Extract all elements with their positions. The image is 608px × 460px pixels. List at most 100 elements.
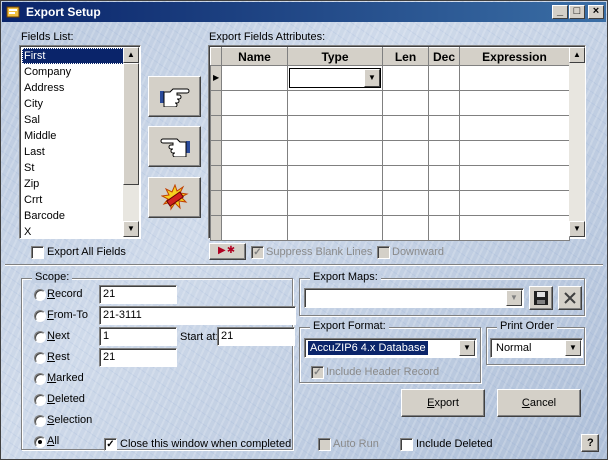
grid-cell[interactable]: ▼ [287,65,383,91]
remove-field-button[interactable] [148,126,201,167]
export-all-fields-checkbox[interactable] [31,246,44,259]
scroll-down-icon[interactable]: ▼ [123,221,139,237]
row-header[interactable] [210,140,222,166]
grid-cell[interactable] [428,165,460,191]
row-header[interactable] [210,190,222,216]
scroll-thumb[interactable] [123,63,139,185]
table-row[interactable]: ▶ ▼ [210,65,570,91]
grid-cell[interactable] [382,90,429,116]
col-dec-header[interactable]: Dec [428,47,460,66]
grid-cell[interactable] [459,165,570,191]
cancel-button[interactable]: Cancel [497,389,581,417]
save-map-button[interactable] [529,286,553,310]
table-row[interactable] [210,190,570,216]
grid-cell[interactable] [287,90,383,116]
include-deleted-checkbox[interactable] [400,438,413,451]
row-header[interactable] [210,90,222,116]
row-header[interactable] [210,165,222,191]
grid-cell[interactable] [459,65,570,91]
table-row[interactable] [210,115,570,141]
scope-radio-next[interactable] [34,331,46,343]
scope-radio-all[interactable] [34,436,46,448]
next-input[interactable]: 1 [99,327,177,346]
list-item[interactable]: First [22,48,124,64]
table-row[interactable] [210,140,570,166]
grid-cell[interactable] [428,90,460,116]
grid-cell[interactable] [382,140,429,166]
clear-fields-button[interactable] [148,177,201,218]
print-order-combo[interactable]: Normal ▼ [490,338,583,358]
grid-cell[interactable] [221,190,288,216]
chevron-down-icon[interactable]: ▼ [565,340,581,356]
help-button[interactable]: ? [581,434,599,452]
list-item[interactable]: X [22,224,124,240]
close-window-checkbox[interactable]: ✓ [104,438,117,451]
attributes-grid[interactable]: Name Type Len Dec Expression ▶ ▼ ▲ ▼ [208,45,586,241]
suppress-blank-lines-checkbox[interactable]: ✓ [251,246,264,259]
grid-cell[interactable] [428,190,460,216]
table-row[interactable] [210,90,570,116]
fields-list-scrollbar[interactable]: ▲ ▼ [123,47,139,237]
scope-radio-rest[interactable] [34,352,46,364]
grid-cell[interactable] [221,90,288,116]
grid-cell[interactable] [287,115,383,141]
maximize-button[interactable]: □ [569,5,585,19]
col-name-header[interactable]: Name [221,47,288,66]
rest-input[interactable]: 21 [99,348,177,367]
chevron-down-icon[interactable]: ▼ [506,290,522,306]
chevron-down-icon[interactable]: ▼ [364,69,380,87]
list-item[interactable]: Address [22,80,124,96]
grid-cell[interactable] [287,190,383,216]
grid-cell[interactable] [459,215,570,241]
grid-cell[interactable] [459,190,570,216]
list-item[interactable]: Middle [22,128,124,144]
downward-checkbox[interactable] [377,246,390,259]
grid-cell[interactable] [459,115,570,141]
title-bar[interactable]: Export Setup _ □ × [2,2,606,22]
table-row[interactable] [210,165,570,191]
grid-cell[interactable] [287,215,383,241]
export-button[interactable]: Export [401,389,485,417]
scope-radio-deleted[interactable] [34,394,46,406]
start-at-input[interactable]: 21 [217,327,295,346]
fields-listbox[interactable]: First Company Address City Sal Middle Last St Zi… [19,45,141,239]
export-maps-combo[interactable]: ▼ [304,288,524,308]
grid-cell[interactable] [459,140,570,166]
list-item[interactable]: Crrt [22,192,124,208]
delete-map-button[interactable] [558,286,582,310]
col-expression-header[interactable]: Expression [459,47,570,66]
row-header[interactable]: ▶ [210,65,222,91]
insert-row-button[interactable]: ▶✱ [209,243,246,260]
table-row[interactable] [210,215,570,241]
type-cell-combo[interactable]: ▼ [289,68,381,88]
add-field-button[interactable] [148,76,201,117]
record-input[interactable]: 21 [99,285,177,304]
grid-cell[interactable] [428,65,460,91]
list-item[interactable]: Last [22,144,124,160]
include-header-checkbox[interactable]: ✓ [311,366,324,379]
scroll-up-icon[interactable]: ▲ [123,47,139,63]
list-item[interactable]: City [22,96,124,112]
list-item[interactable]: Company [22,64,124,80]
scope-radio-marked[interactable] [34,373,46,385]
list-item[interactable]: Sal [22,112,124,128]
grid-cell[interactable] [382,190,429,216]
grid-cell[interactable] [221,65,288,91]
grid-cell[interactable] [428,115,460,141]
auto-run-checkbox[interactable] [318,438,331,451]
row-header[interactable] [210,215,222,241]
grid-cell[interactable] [382,215,429,241]
grid-cell[interactable] [382,165,429,191]
grid-cell[interactable] [428,140,460,166]
col-len-header[interactable]: Len [382,47,429,66]
grid-cell[interactable] [382,115,429,141]
from-to-input[interactable]: 21-3111 [99,306,296,325]
scroll-down-icon[interactable]: ▼ [569,221,585,237]
scroll-up-icon[interactable]: ▲ [569,47,585,63]
close-button[interactable]: × [588,5,604,19]
grid-cell[interactable] [221,215,288,241]
chevron-down-icon[interactable]: ▼ [459,340,475,356]
grid-cell[interactable] [221,140,288,166]
grid-cell[interactable] [221,165,288,191]
grid-cell[interactable] [459,90,570,116]
